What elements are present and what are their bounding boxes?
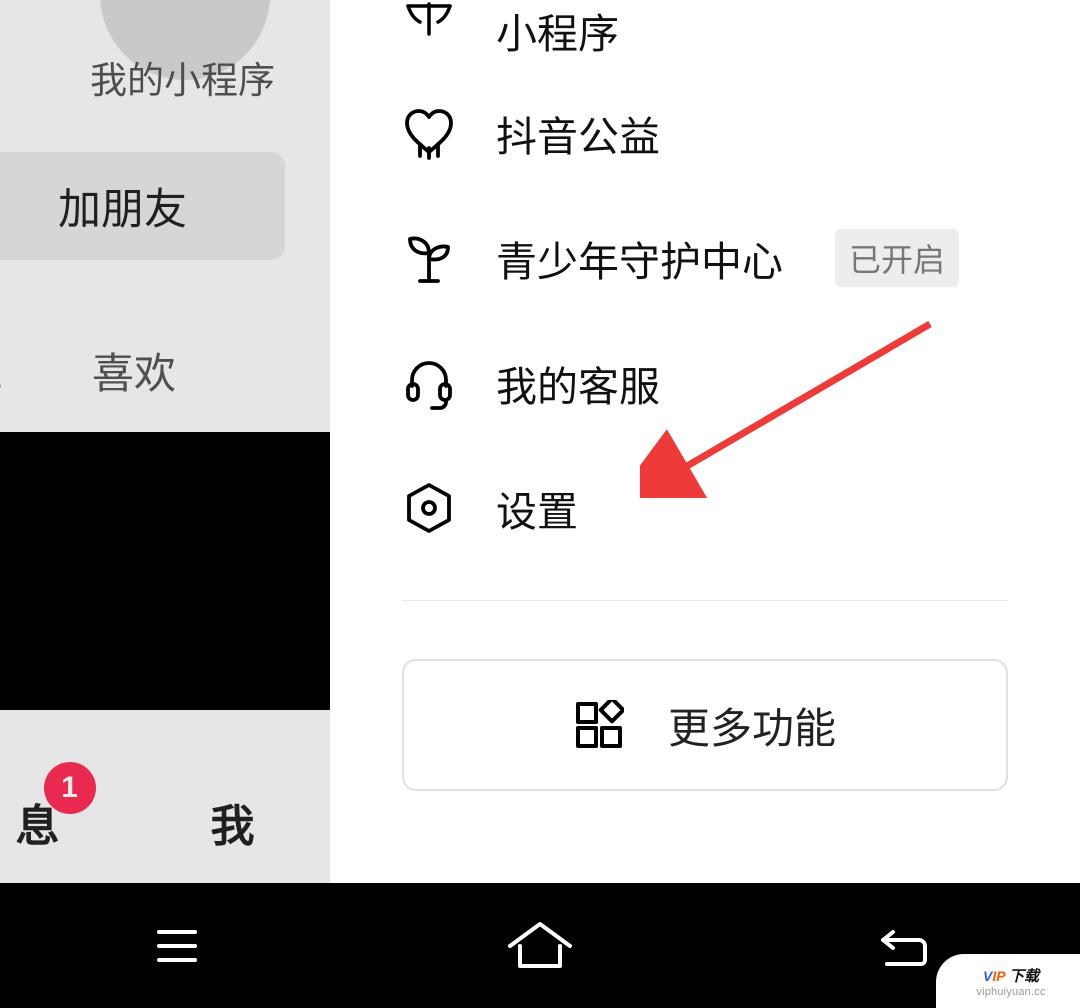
miniprogram-icon	[402, 0, 456, 54]
tab-messages-label: 息	[16, 802, 60, 851]
nav-back-icon[interactable]	[875, 918, 931, 974]
menu-label: 设置	[496, 478, 578, 538]
more-features-button[interactable]: 更多功能	[402, 659, 1008, 791]
menu-label: 小程序	[496, 0, 619, 60]
side-drawer: 小程序 抖音公益 青少年守护中心 已开启	[330, 0, 1080, 883]
menu-item-customer-service[interactable]: 我的客服	[330, 320, 1080, 445]
divider	[402, 600, 1008, 601]
messages-badge: 1	[44, 762, 96, 814]
watermark: VIP 下载 viphuiyuan.cc	[936, 954, 1080, 1008]
status-tag-enabled: 已开启	[835, 229, 959, 287]
menu-item-charity[interactable]: 抖音公益	[330, 70, 1080, 195]
video-thumbnail[interactable]	[0, 432, 330, 710]
settings-icon	[402, 481, 456, 535]
my-miniprogram-label[interactable]: 我的小程序	[0, 50, 365, 104]
tab-favorites[interactable]: 藏	[0, 340, 2, 401]
menu-item-miniprogram[interactable]: 小程序	[330, 0, 1080, 70]
headset-icon	[402, 356, 456, 410]
nav-menu-icon[interactable]	[149, 918, 205, 974]
grid-more-icon	[574, 700, 624, 750]
menu-label: 青少年守护中心	[496, 228, 783, 288]
menu-item-youth-protection[interactable]: 青少年守护中心 已开启	[330, 195, 1080, 320]
system-navbar	[0, 883, 1080, 1008]
profile-tabs: 藏 喜欢	[0, 340, 176, 401]
menu-label: 我的客服	[496, 353, 660, 413]
sprout-icon	[402, 231, 456, 285]
heart-charity-icon	[402, 106, 456, 160]
app-bottom-tabs: 息 1 我	[0, 760, 330, 883]
tab-likes[interactable]: 喜欢	[92, 340, 176, 401]
more-features-label: 更多功能	[668, 695, 836, 756]
menu-label: 抖音公益	[496, 103, 660, 163]
tab-me[interactable]: 我	[211, 790, 255, 854]
add-friend-button[interactable]: 加朋友	[0, 152, 285, 260]
profile-background: 我的小程序 加朋友 藏 喜欢 息 1 我	[0, 0, 330, 883]
watermark-logo: VIP 下载	[983, 965, 1039, 986]
drawer-menu-list: 小程序 抖音公益 青少年守护中心 已开启	[330, 0, 1080, 570]
menu-item-settings[interactable]: 设置	[330, 445, 1080, 570]
tab-messages[interactable]: 息 1	[16, 790, 60, 854]
watermark-url: viphuiyuan.cc	[976, 986, 1045, 998]
nav-home-icon[interactable]	[504, 918, 576, 974]
